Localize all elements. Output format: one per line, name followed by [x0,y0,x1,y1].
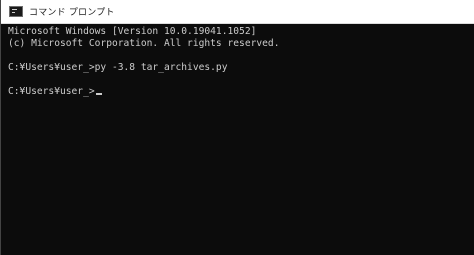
console-line: Microsoft Windows [Version 10.0.19041.10… [8,26,257,37]
cmd-icon [9,6,23,17]
text-cursor [95,93,102,95]
console-output[interactable]: Microsoft Windows [Version 10.0.19041.10… [8,26,474,255]
console-line: C:¥Users¥user_>py -3.8 tar_archives.py [8,62,228,73]
command-prompt-window: コマンド プロンプト Microsoft Windows [Version 10… [0,0,474,255]
prompt-line[interactable]: C:¥Users¥user_> [8,86,474,98]
prompt-text: C:¥Users¥user_> [8,86,95,97]
title-bar[interactable]: コマンド プロンプト [1,0,474,24]
console-line: (c) Microsoft Corporation. All rights re… [8,38,280,49]
window-title: コマンド プロンプト [29,8,115,18]
scrollbar[interactable] [468,25,474,255]
